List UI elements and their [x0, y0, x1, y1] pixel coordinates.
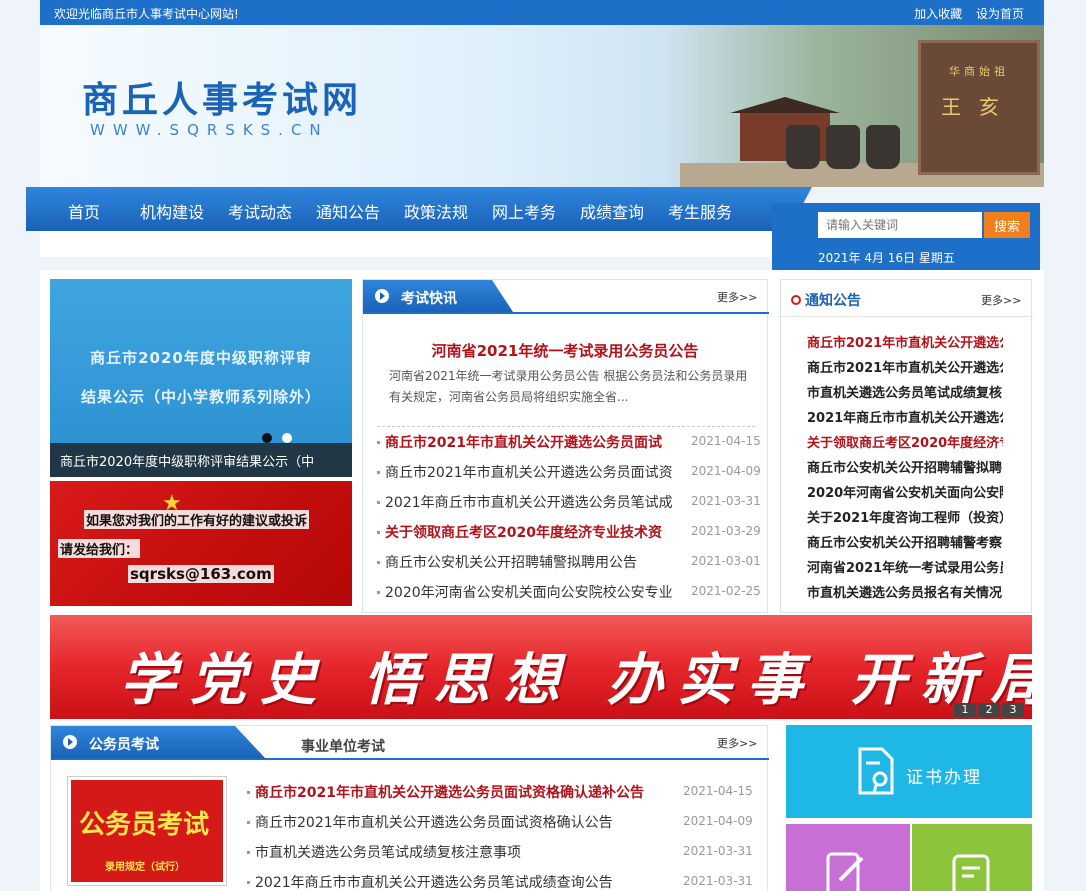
slogan-pager: 123 [952, 702, 1024, 717]
bronze-vessel-icon [866, 125, 900, 169]
play-circle-icon [63, 735, 77, 749]
panel-title-underline [51, 758, 769, 760]
panel-title-underline [363, 312, 769, 314]
slogan-text: 学党史 悟思想 办实事 开新局 [120, 647, 1032, 713]
notices-title: 通知公告 [791, 290, 861, 310]
mailbox-email[interactable]: sqrsks@163.com [128, 565, 274, 583]
nav-item-organization[interactable]: 机构建设 [140, 199, 204, 223]
thumbnail-title: 公务员考试 [79, 810, 210, 840]
nav-item-online-affairs[interactable]: 网上考务 [492, 199, 556, 223]
nav-item-exam-news[interactable]: 考试动态 [228, 199, 292, 223]
suggestion-mailbox-banner[interactable]: ★ 如果您对我们的工作有好的建议或投诉 请发给我们： sqrsks@163.co… [50, 481, 352, 606]
civil-exam-item[interactable]: 商丘市2021年市直机关公开遴选公务员面试资格确认公告 2021-04-09 [247, 810, 757, 840]
image-slider[interactable]: 商丘市2020年度中级职称评审 结果公示（中小学教师系列除外） 商丘市2020年… [50, 279, 352, 477]
exam-news-headline[interactable]: 河南省2021年统一考试录用公务员公告 [363, 340, 767, 361]
header-banner: 商丘人事考试网 WWW.SQRSKS.CN 华商始祖 王亥 [40, 25, 1044, 187]
exam-news-more-link[interactable]: 更多>> [717, 289, 757, 305]
certificate-service-tile[interactable]: 证书办理 [786, 725, 1032, 818]
play-circle-icon [375, 289, 389, 303]
notice-item[interactable]: 关于领取商丘考区2020年度经济专 [807, 432, 1003, 451]
divider [377, 426, 755, 427]
civil-exam-item[interactable]: 市直机关遴选公务员笔试成绩复核注意事项 2021-03-31 [247, 840, 757, 870]
nav-item-home[interactable]: 首页 [68, 199, 100, 223]
tab-public-institution-exam[interactable]: 事业单位考试 [301, 736, 385, 756]
notice-item[interactable]: 商丘市公安机关公开招聘辅警考察 [807, 532, 1003, 551]
exam-news-item[interactable]: 关于领取商丘考区2020年度经济专业技术资 2021-03-29 [377, 520, 767, 550]
thumbnail-subtitle: 录用规定（试行） [105, 862, 185, 873]
civil-exam-more-link[interactable]: 更多>> [717, 735, 757, 751]
bookmark-link[interactable]: 加入收藏 [914, 7, 962, 21]
nav-item-candidate-service[interactable]: 考生服务 [668, 199, 732, 223]
pager-3[interactable]: 3 [1002, 703, 1024, 717]
nav-item-policies[interactable]: 政策法规 [404, 199, 468, 223]
civil-exam-item[interactable]: 商丘市2021年市直机关公开遴选公务员面试资格确认递补公告 2021-04-15 [247, 780, 757, 810]
exam-news-item[interactable]: 商丘市公安机关公开招聘辅警拟聘用公告 2021-03-01 [377, 550, 767, 580]
slider-caption[interactable]: 商丘市2020年度中级职称评审结果公示（中 [50, 443, 352, 477]
notice-item[interactable]: 商丘市2021年市直机关公开遴选公 [807, 357, 1003, 376]
exam-news-item[interactable]: 商丘市2021年市直机关公开遴选公务员面试资 2021-04-09 [377, 460, 767, 490]
slogan-banner[interactable]: 学党史 悟思想 办实事 开新局 123 [50, 615, 1032, 719]
nav-underlay [40, 231, 772, 257]
ring-icon [791, 295, 801, 305]
certificate-service-label: 证书办理 [906, 768, 982, 788]
certificate-icon [858, 747, 894, 795]
bronze-vessel-icon [826, 125, 860, 169]
civil-exam-panel: 公务员考试 事业单位考试 更多>> 公务员考试 录用规定（试行） 商丘市2021… [50, 725, 769, 891]
main-nav: 首页 机构建设 考试动态 通知公告 政策法规 网上考务 成绩查询 考生服务 搜索… [26, 187, 1044, 270]
monument-stone: 华商始祖 王亥 [918, 40, 1040, 175]
top-bar: 欢迎光临商丘市人事考试中心网站! 加入收藏 设为首页 [40, 0, 1044, 25]
notice-item[interactable]: 市直机关遴选公务员笔试成绩复核 [807, 382, 1003, 401]
slider-line-2: 结果公示（中小学教师系列除外） [80, 388, 321, 406]
exam-news-title: 考试快讯 [363, 280, 513, 312]
pager-1[interactable]: 1 [954, 703, 976, 717]
notice-item[interactable]: 关于2021年度咨询工程师（投资） [807, 507, 1003, 526]
set-home-link[interactable]: 设为首页 [976, 7, 1024, 21]
notices-panel: 通知公告 更多>> 商丘市2021年市直机关公开遴选公 商丘市2021年市直机关… [780, 279, 1033, 613]
notice-item[interactable]: 商丘市公安机关公开招聘辅警拟聘 [807, 457, 1003, 476]
mailbox-line-1: 如果您对我们的工作有好的建议或投诉 [84, 510, 310, 529]
current-date: 2021年 4月 16日 星期五 [818, 251, 955, 265]
exam-news-item[interactable]: 商丘市2021年市直机关公开遴选公务员面试 2021-04-15 [377, 430, 767, 460]
notice-item[interactable]: 市直机关遴选公务员报名有关情况 [807, 582, 1003, 601]
notice-item[interactable]: 2020年河南省公安机关面向公安院 [807, 482, 1003, 501]
notice-item[interactable]: 2021年商丘市市直机关公开遴选公 [807, 407, 1003, 426]
site-url: WWW.SQRSKS.CN [90, 121, 329, 139]
notices-divider [781, 316, 1033, 317]
exam-news-item[interactable]: 2020年河南省公安机关面向公安院校公安专业 2021-02-25 [377, 580, 767, 610]
card-icon [952, 854, 990, 891]
welcome-text: 欢迎光临商丘市人事考试中心网站! [54, 7, 239, 21]
notices-more-link[interactable]: 更多>> [981, 292, 1021, 308]
search-button[interactable]: 搜索 [984, 212, 1030, 238]
tab-civil-exam[interactable]: 公务员考试 [51, 726, 265, 758]
slider-line-1: 商丘市2020年度中级职称评审 [90, 349, 312, 367]
bronze-vessel-icon [786, 125, 820, 169]
exam-news-panel: 考试快讯 更多>> 河南省2021年统一考试录用公务员公告 河南省2021年统一… [362, 279, 769, 613]
notice-item[interactable]: 河南省2021年统一考试录用公务员 [807, 557, 1003, 576]
slider-dot-1[interactable] [262, 433, 272, 443]
nav-item-notices[interactable]: 通知公告 [316, 199, 380, 223]
stone-title: 王亥 [941, 95, 1017, 119]
civil-exam-thumbnail[interactable]: 公务员考试 录用规定（试行） [67, 776, 227, 886]
stone-subtitle: 华商始祖 [949, 65, 1009, 78]
notice-item[interactable]: 商丘市2021年市直机关公开遴选公 [807, 332, 1003, 351]
search-input[interactable] [818, 212, 982, 238]
search-area: 搜索 2021年 4月 16日 星期五 [772, 203, 1040, 270]
edit-service-tile[interactable] [786, 824, 910, 891]
site-title: 商丘人事考试网 [82, 79, 363, 121]
civil-exam-item[interactable]: 2021年商丘市市直机关公开遴选公务员笔试成绩查询公告 2021-03-31 [247, 870, 757, 891]
edit-document-icon [826, 852, 864, 891]
mailbox-line-2: 请发给我们： [58, 539, 141, 558]
pager-2[interactable]: 2 [978, 703, 1000, 717]
nav-item-score-query[interactable]: 成绩查询 [580, 199, 644, 223]
card-service-tile[interactable] [912, 824, 1032, 891]
slider-dot-2[interactable] [282, 433, 292, 443]
exam-news-summary: 河南省2021年统一考试录用公务员公告 根据公务员法和公务员录用有关规定，河南省… [389, 369, 748, 404]
exam-news-item[interactable]: 2021年商丘市市直机关公开遴选公务员笔试成 2021-03-31 [377, 490, 767, 520]
